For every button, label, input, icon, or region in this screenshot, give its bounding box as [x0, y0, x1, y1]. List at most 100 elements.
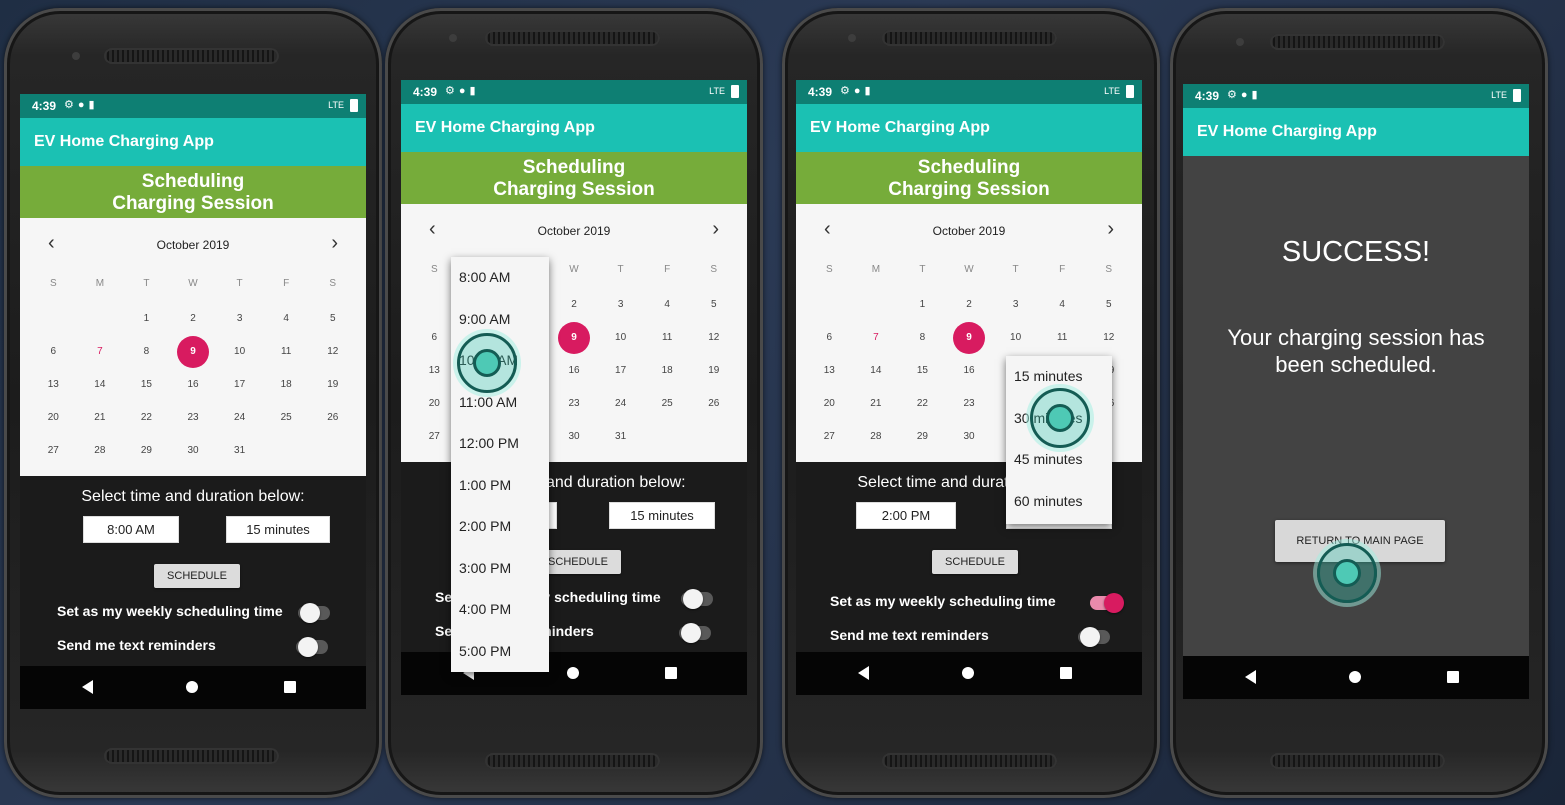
calendar-day[interactable]: 9	[551, 321, 598, 354]
reminders-toggle[interactable]	[679, 623, 711, 643]
calendar-day[interactable]: 5	[1085, 288, 1132, 321]
calendar-day[interactable]: 4	[263, 302, 310, 335]
calendar-day[interactable]: 27	[30, 434, 77, 467]
weekly-toggle[interactable]	[681, 589, 713, 609]
calendar-day[interactable]: 2	[170, 302, 217, 335]
back-icon[interactable]	[858, 666, 869, 680]
dropdown-option[interactable]: 2:00 PM	[451, 506, 549, 548]
calendar-day[interactable]: 9	[170, 335, 217, 368]
weekly-toggle[interactable]	[1090, 593, 1124, 613]
calendar-day[interactable]: 16	[946, 354, 993, 387]
next-month-icon[interactable]: ›	[1107, 218, 1114, 241]
calendar-day[interactable]: 3	[992, 288, 1039, 321]
dropdown-option[interactable]: 1:00 PM	[451, 465, 549, 507]
calendar-day[interactable]: 28	[77, 434, 124, 467]
schedule-button[interactable]: SCHEDULE	[154, 564, 240, 588]
calendar-day[interactable]: 27	[806, 420, 853, 453]
calendar-day[interactable]: 25	[263, 401, 310, 434]
home-icon[interactable]	[1349, 671, 1361, 683]
calendar-day[interactable]: 11	[263, 335, 310, 368]
calendar-day[interactable]: 22	[899, 387, 946, 420]
calendar-day[interactable]: 14	[853, 354, 900, 387]
calendar-day[interactable]: 29	[123, 434, 170, 467]
calendar-day[interactable]: 30	[551, 420, 598, 453]
calendar-day[interactable]: 9	[946, 321, 993, 354]
calendar-day[interactable]: 18	[644, 354, 691, 387]
dropdown-option[interactable]: 12:00 PM	[451, 423, 549, 465]
calendar-day[interactable]: 31	[216, 434, 263, 467]
dropdown-option[interactable]: 4:00 PM	[451, 589, 549, 631]
home-icon[interactable]	[567, 667, 579, 679]
dropdown-option[interactable]: 8:00 AM	[451, 257, 549, 299]
duration-select[interactable]: 15 minutes	[609, 502, 715, 529]
calendar-day[interactable]: 12	[690, 321, 737, 354]
time-select[interactable]: 8:00 AM	[83, 516, 179, 543]
calendar-day[interactable]: 5	[309, 302, 356, 335]
time-select[interactable]: 2:00 PM	[856, 502, 956, 529]
calendar-day[interactable]: 16	[170, 368, 217, 401]
calendar-day[interactable]: 30	[170, 434, 217, 467]
dropdown-option[interactable]: 3:00 PM	[451, 548, 549, 590]
calendar-day[interactable]: 3	[216, 302, 263, 335]
calendar-day[interactable]: 3	[597, 288, 644, 321]
calendar-day[interactable]: 4	[1039, 288, 1086, 321]
schedule-button[interactable]: SCHEDULE	[932, 550, 1018, 574]
dropdown-option[interactable]: 60 minutes	[1006, 481, 1112, 523]
calendar-day[interactable]: 23	[946, 387, 993, 420]
calendar-day[interactable]: 28	[853, 420, 900, 453]
calendar-day[interactable]: 2	[551, 288, 598, 321]
calendar-day[interactable]: 29	[899, 420, 946, 453]
next-month-icon[interactable]: ›	[331, 232, 338, 255]
calendar-day[interactable]: 11	[1039, 321, 1086, 354]
back-icon[interactable]	[82, 680, 93, 694]
calendar-day[interactable]: 1	[123, 302, 170, 335]
calendar-day[interactable]: 24	[597, 387, 644, 420]
time-dropdown[interactable]: 8:00 AM 9:00 AM 10:00 AM 11:00 AM 12:00 PM 1:…	[451, 257, 549, 672]
reminders-toggle[interactable]	[296, 637, 328, 657]
calendar-day[interactable]: 12	[309, 335, 356, 368]
calendar-day[interactable]: 21	[77, 401, 124, 434]
calendar-day[interactable]: 6	[806, 321, 853, 354]
calendar-day[interactable]: 5	[690, 288, 737, 321]
calendar-day[interactable]: 11	[644, 321, 691, 354]
calendar-day[interactable]: 1	[899, 288, 946, 321]
calendar-day[interactable]: 10	[992, 321, 1039, 354]
calendar-day[interactable]: 12	[1085, 321, 1132, 354]
calendar-day[interactable]: 30	[946, 420, 993, 453]
calendar-day[interactable]: 2	[946, 288, 993, 321]
home-icon[interactable]	[186, 681, 198, 693]
calendar-day[interactable]: 14	[77, 368, 124, 401]
calendar-day[interactable]: 26	[309, 401, 356, 434]
calendar-day[interactable]: 17	[216, 368, 263, 401]
calendar-day[interactable]: 7	[77, 335, 124, 368]
dropdown-option[interactable]: 5:00 PM	[451, 631, 549, 673]
calendar-day[interactable]: 4	[644, 288, 691, 321]
calendar-day[interactable]: 18	[263, 368, 310, 401]
calendar-day[interactable]: 24	[216, 401, 263, 434]
calendar-day[interactable]: 23	[170, 401, 217, 434]
calendar-day[interactable]: 31	[597, 420, 644, 453]
calendar-day[interactable]: 7	[853, 321, 900, 354]
calendar-day[interactable]: 13	[806, 354, 853, 387]
calendar-day[interactable]: 6	[30, 335, 77, 368]
recents-icon[interactable]	[1060, 667, 1072, 679]
calendar-day[interactable]: 8	[899, 321, 946, 354]
weekly-toggle[interactable]	[298, 603, 330, 623]
calendar-day[interactable]: 16	[551, 354, 598, 387]
recents-icon[interactable]	[284, 681, 296, 693]
calendar-day[interactable]: 17	[597, 354, 644, 387]
calendar-day[interactable]: 15	[123, 368, 170, 401]
calendar-day[interactable]: 25	[644, 387, 691, 420]
calendar-day[interactable]: 19	[309, 368, 356, 401]
calendar-day[interactable]: 21	[853, 387, 900, 420]
calendar-day[interactable]: 23	[551, 387, 598, 420]
next-month-icon[interactable]: ›	[712, 218, 719, 241]
back-icon[interactable]	[1245, 670, 1256, 684]
calendar-day[interactable]: 13	[30, 368, 77, 401]
calendar-day[interactable]: 20	[806, 387, 853, 420]
recents-icon[interactable]	[665, 667, 677, 679]
recents-icon[interactable]	[1447, 671, 1459, 683]
calendar-day[interactable]: 10	[597, 321, 644, 354]
dropdown-option[interactable]: 9:00 AM	[451, 299, 549, 341]
calendar-day[interactable]: 20	[30, 401, 77, 434]
